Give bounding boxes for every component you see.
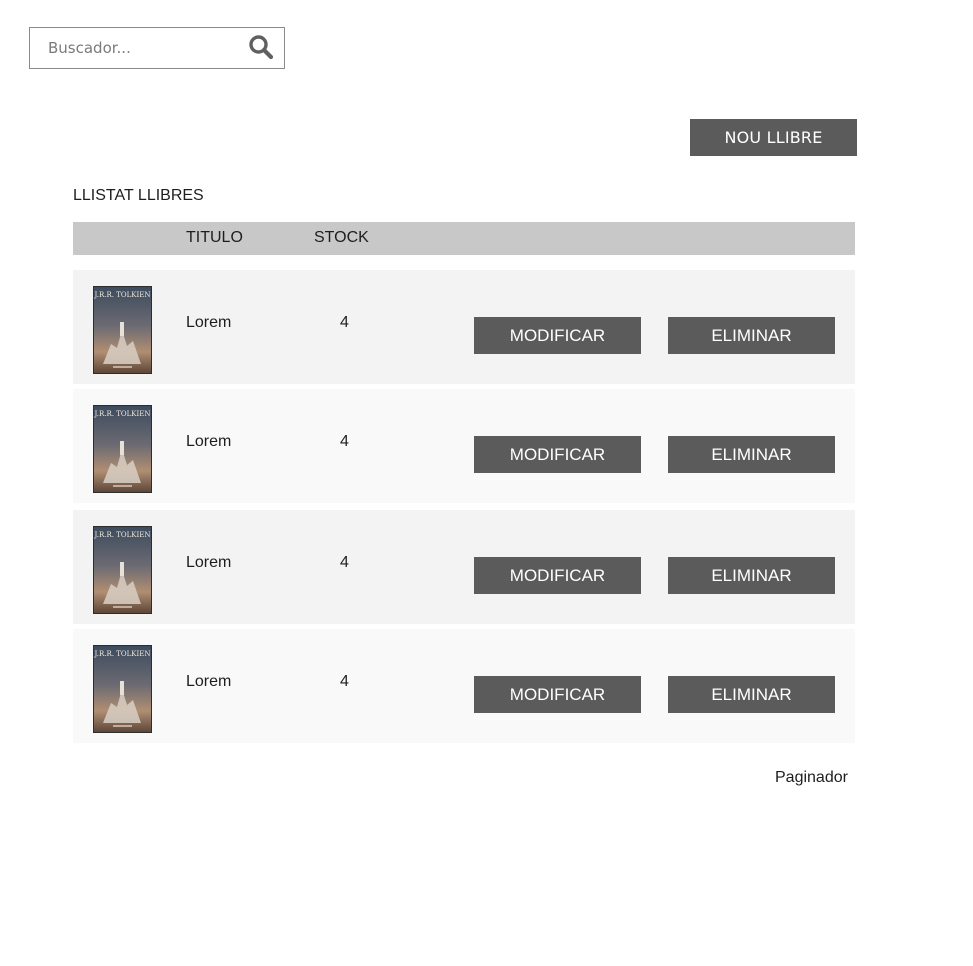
book-title: Lorem: [186, 433, 232, 450]
delete-button[interactable]: ELIMINAR: [668, 676, 835, 713]
book-title: Lorem: [186, 673, 232, 690]
new-book-button[interactable]: NOU LLIBRE: [690, 119, 857, 156]
paginator[interactable]: Paginador: [775, 769, 848, 787]
book-cover-image: J.R.R. TOLKIEN: [93, 286, 152, 374]
table-row: J.R.R. TOLKIEN Lorem 4 MODIFICAR ELIMINA…: [73, 270, 855, 384]
column-header-stock: STOCK: [314, 229, 369, 246]
list-title: LLISTAT LLIBRES: [73, 187, 204, 204]
book-stock: 4: [340, 314, 349, 331]
delete-button[interactable]: ELIMINAR: [668, 436, 835, 473]
table-row: J.R.R. TOLKIEN Lorem 4 MODIFICAR ELIMINA…: [73, 389, 855, 503]
delete-button[interactable]: ELIMINAR: [668, 557, 835, 594]
book-title: Lorem: [186, 314, 232, 331]
search-box[interactable]: [29, 27, 285, 69]
modify-button[interactable]: MODIFICAR: [474, 557, 641, 594]
modify-button[interactable]: MODIFICAR: [474, 436, 641, 473]
column-header-title: TITULO: [186, 229, 243, 246]
book-cover-image: J.R.R. TOLKIEN: [93, 405, 152, 493]
table-header: TITULO STOCK: [73, 222, 855, 255]
cover-author-text: J.R.R. TOLKIEN: [94, 291, 151, 299]
modify-button[interactable]: MODIFICAR: [474, 676, 641, 713]
cover-author-text: J.R.R. TOLKIEN: [94, 650, 151, 658]
search-input[interactable]: [30, 28, 253, 68]
book-stock: 4: [340, 433, 349, 450]
table-row: J.R.R. TOLKIEN Lorem 4 MODIFICAR ELIMINA…: [73, 510, 855, 624]
book-stock: 4: [340, 673, 349, 690]
book-title: Lorem: [186, 554, 232, 571]
book-cover-image: J.R.R. TOLKIEN: [93, 645, 152, 733]
delete-button[interactable]: ELIMINAR: [668, 317, 835, 354]
book-stock: 4: [340, 554, 349, 571]
table-row: J.R.R. TOLKIEN Lorem 4 MODIFICAR ELIMINA…: [73, 629, 855, 743]
cover-author-text: J.R.R. TOLKIEN: [94, 410, 151, 418]
modify-button[interactable]: MODIFICAR: [474, 317, 641, 354]
cover-author-text: J.R.R. TOLKIEN: [94, 531, 151, 539]
book-cover-image: J.R.R. TOLKIEN: [93, 526, 152, 614]
search-icon[interactable]: [248, 34, 274, 60]
